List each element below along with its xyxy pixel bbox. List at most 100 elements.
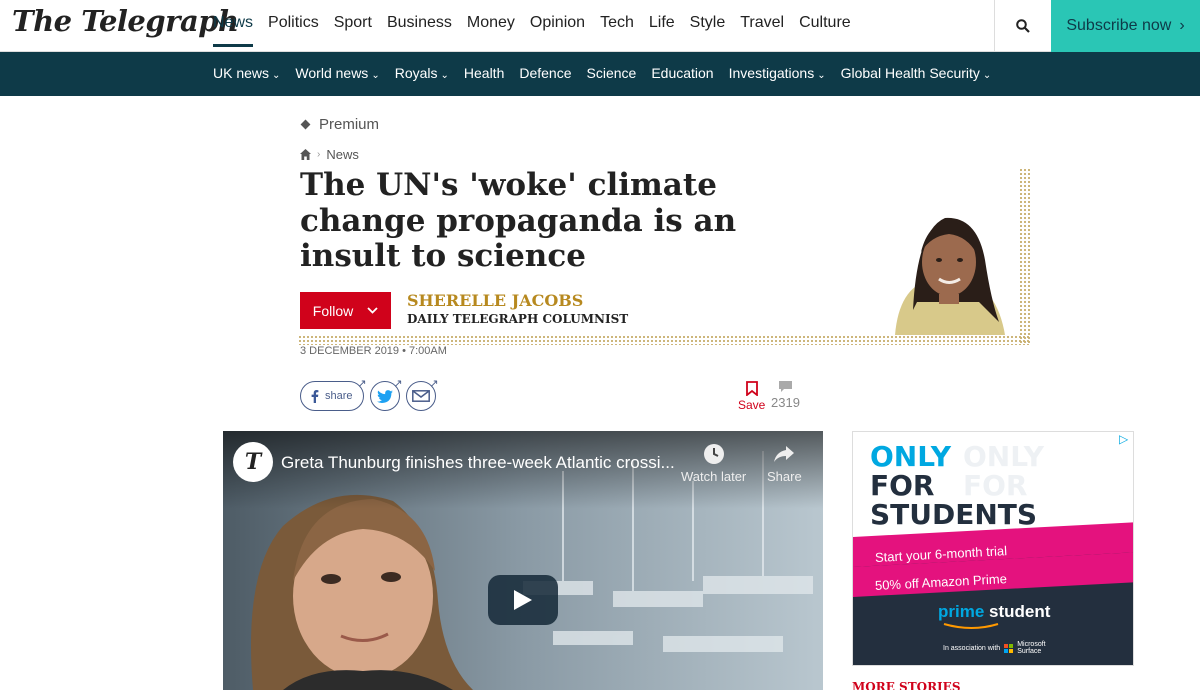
telegraph-channel-logo[interactable]: T [233, 442, 273, 482]
amazon-smile-icon [943, 623, 999, 629]
article-header: The UN's 'woke' climate change propagand… [298, 167, 1031, 345]
student-word: student [989, 602, 1051, 621]
ad-headline: ONLY FOR STUDENTS [870, 442, 1037, 529]
ad-line-3: STUDENTS [870, 498, 1038, 531]
comments-link[interactable]: 2319 [771, 381, 800, 410]
facebook-icon [311, 390, 319, 403]
telegraph-logo[interactable]: The Telegraph [12, 4, 239, 38]
play-button[interactable] [488, 575, 558, 625]
video-title[interactable]: Greta Thunburg finishes three-week Atlan… [281, 453, 675, 473]
subnav-item-world-news[interactable]: World news ⌄ [295, 65, 379, 81]
arrow-up-right-icon: ↗ [357, 378, 367, 390]
premium-diamond-icon [300, 119, 311, 130]
advertisement[interactable]: ONLY FOR ONLY FOR STUDENTS Start your 6-m… [852, 431, 1134, 666]
chevron-down-icon [367, 307, 378, 314]
author-name[interactable]: SHERELLE JACOBS [407, 291, 583, 310]
subnav-label: Investigations [728, 65, 815, 81]
nav-item-travel[interactable]: Travel [740, 14, 784, 47]
nav-item-business[interactable]: Business [387, 14, 452, 47]
facebook-share-button[interactable]: share ↗ [300, 378, 367, 411]
watch-later-button[interactable]: Watch later [681, 443, 746, 484]
nav-item-money[interactable]: Money [467, 14, 515, 47]
subnav-item-royals[interactable]: Royals ⌄ [395, 65, 449, 81]
share-label: share [325, 390, 353, 402]
follow-author-button[interactable]: Follow [300, 292, 391, 329]
subnav-item-education[interactable]: Education [651, 65, 713, 81]
chevron-down-icon: ⌄ [371, 70, 380, 81]
chevron-down-icon: ⌄ [982, 70, 992, 81]
chevron-down-icon: ⌄ [272, 70, 281, 81]
search-button[interactable] [994, 0, 1051, 52]
nav-item-culture[interactable]: Culture [799, 14, 851, 47]
microsoft-logo-icon [1004, 643, 1014, 653]
subnav-item-science[interactable]: Science [587, 65, 637, 81]
video-player[interactable]: T Greta Thunburg finishes three-week Atl… [223, 431, 823, 690]
subnav-label: Global Health Security [840, 65, 980, 81]
ad-partner: Microsoft Surface [1017, 641, 1046, 655]
subscribe-button[interactable]: Subscribe now › [1051, 0, 1200, 52]
email-share-button[interactable]: ↗ [405, 378, 439, 411]
arrow-up-right-icon: ↗ [393, 378, 403, 390]
follow-label: Follow [312, 302, 354, 319]
nav-item-sport[interactable]: Sport [334, 14, 372, 47]
prime-word: prime [938, 602, 985, 621]
subnav-item-investigations[interactable]: Investigations ⌄ [729, 65, 826, 81]
nav-item-life[interactable]: Life [649, 14, 675, 47]
bookmark-icon [745, 381, 758, 396]
ad-association: In association with Microsoft Surface [943, 641, 1051, 655]
more-stories-heading: MORE STORIES [852, 680, 961, 690]
breadcrumb-news-link[interactable]: News [326, 147, 359, 162]
chevron-down-icon: ⌄ [440, 70, 449, 81]
article-headline: The UN's 'woke' climate change propagand… [300, 167, 737, 274]
subnav-label: UK news [213, 65, 270, 81]
breadcrumb-separator: › [317, 149, 321, 160]
ad-association-text: In association with [943, 644, 1001, 652]
nav-item-style[interactable]: Style [690, 14, 726, 47]
nav-item-politics[interactable]: Politics [268, 14, 319, 47]
subnav-label: Health [463, 65, 505, 81]
subnav-item-uk-news[interactable]: UK news ⌄ [213, 65, 280, 81]
author-role: DAILY TELEGRAPH COLUMNIST [407, 312, 629, 326]
email-icon [411, 390, 430, 402]
prime-student-logo: prime student [938, 602, 1050, 630]
share-arrow-icon [774, 446, 795, 462]
subnav-item-health[interactable]: Health [464, 65, 504, 81]
share-row: share ↗ ↗ ↗ [300, 378, 439, 411]
watch-later-label: Watch later [681, 469, 747, 484]
play-icon [514, 590, 532, 610]
video-share-label: Share [767, 469, 802, 484]
arrow-up-right-icon: ↗ [429, 378, 439, 390]
nav-item-news[interactable]: News [213, 14, 254, 47]
subnav-label: Royals [394, 65, 438, 81]
ad-line-1: ONLY [870, 440, 951, 473]
clock-icon [703, 444, 724, 464]
home-icon[interactable] [300, 149, 311, 160]
subnav-label: World news [295, 65, 369, 81]
ad-line-2: FOR [870, 469, 935, 502]
video-share-button[interactable]: Share [767, 443, 802, 484]
premium-label: Premium [300, 116, 379, 133]
comment-count: 2319 [771, 395, 800, 410]
subnav-item-global-health-security[interactable]: Global Health Security ⌄ [841, 65, 992, 81]
save-article-button[interactable]: Save [738, 381, 765, 412]
top-navigation-bar: The Telegraph News Politics Sport Business M… [0, 0, 1200, 52]
twitter-share-button[interactable]: ↗ [369, 378, 403, 411]
article-dateline: 3 DECEMBER 2019 • 7:00AM [300, 345, 447, 357]
author-photo [873, 190, 1019, 335]
adchoices-icon[interactable]: ▷ [1119, 432, 1128, 446]
section-subnav: UK news ⌄ World news ⌄ Royals ⌄ Health Defence S… [0, 52, 1200, 96]
subscribe-label: Subscribe now [1066, 17, 1172, 34]
nav-item-opinion[interactable]: Opinion [530, 14, 585, 47]
main-nav: News Politics Sport Business Money Opinion Tec… [213, 14, 866, 47]
chevron-down-icon: ⌄ [817, 70, 826, 81]
comment-icon [778, 381, 792, 392]
decorative-dots-right [1019, 168, 1031, 345]
breadcrumb: › News [300, 147, 359, 162]
subnav-item-defence[interactable]: Defence [519, 65, 571, 81]
subnav-label: Defence [519, 65, 572, 81]
chevron-right-icon: › [1179, 17, 1185, 34]
save-label: Save [738, 398, 766, 412]
subnav-label: Science [586, 65, 637, 81]
search-icon [1016, 19, 1030, 33]
nav-item-tech[interactable]: Tech [600, 14, 634, 47]
